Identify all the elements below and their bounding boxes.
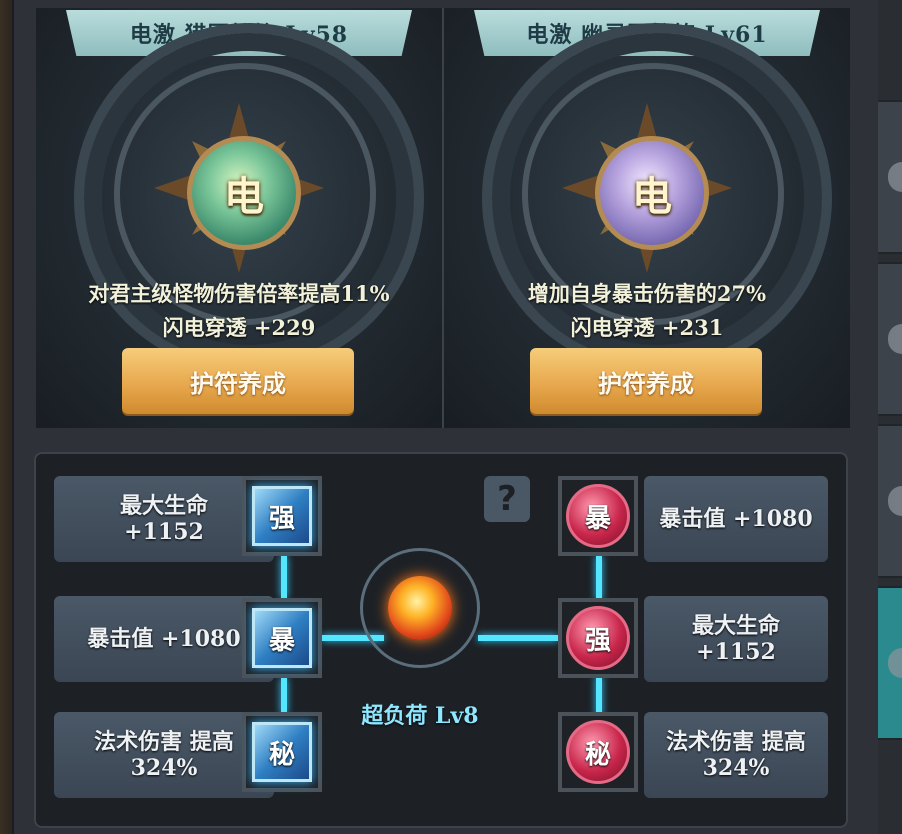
button-label: 护符养成 <box>190 368 286 398</box>
amulet-stat: 闪电穿透 +231 <box>570 315 724 340</box>
red-gem: 秘 <box>566 720 630 784</box>
right-stat-3: 法术伤害 提高 324% <box>644 712 828 798</box>
blue-gem: 强 <box>252 486 312 546</box>
gem-glyph: 秘 <box>268 739 295 770</box>
left-stat-1: 最大生命 +1152 <box>54 476 274 562</box>
side-tab-3[interactable] <box>878 424 902 578</box>
left-stat-3: 法术伤害 提高 324% <box>54 712 274 798</box>
left-gem-slot-2[interactable]: 暴 <box>242 598 322 678</box>
tab-icon <box>888 162 902 192</box>
tab-icon <box>888 486 902 516</box>
overload-level-label: 超负荷 Lv8 <box>361 703 479 729</box>
left-gem-slot-3[interactable]: 秘 <box>242 712 322 792</box>
tab-icon <box>888 324 902 354</box>
left-gem-slot-1[interactable]: 强 <box>242 476 322 556</box>
right-gem-slot-1[interactable]: 暴 <box>558 476 638 556</box>
blue-gem: 秘 <box>252 722 312 782</box>
amulet-train-button[interactable]: 护符养成 <box>530 348 762 414</box>
element-glyph: 电 <box>632 173 672 220</box>
stat-text: 暴击值 +1080 <box>87 626 241 652</box>
gem-glyph: 秘 <box>584 739 611 770</box>
right-stat-2: 最大生命 +1152 <box>644 596 828 682</box>
red-gem: 暴 <box>566 484 630 548</box>
blue-gem: 暴 <box>252 608 312 668</box>
amulet-effect: 对君主级怪物伤害倍率提高11% <box>88 281 390 306</box>
gem-glyph: 暴 <box>268 625 295 656</box>
side-tab-2[interactable] <box>878 262 902 416</box>
question-icon: ? <box>497 479 517 519</box>
link-line <box>281 678 287 714</box>
link-line <box>596 676 602 716</box>
link-line <box>596 556 602 600</box>
side-tab-1[interactable] <box>878 100 902 254</box>
amulet-orb: 电 <box>187 136 301 250</box>
link-line <box>281 556 287 598</box>
left-edge <box>0 0 12 834</box>
red-gem: 强 <box>566 606 630 670</box>
gem-glyph: 强 <box>584 625 611 656</box>
right-gem-slot-3[interactable]: 秘 <box>558 712 638 792</box>
stat-text: 法术伤害 提高 324% <box>94 729 234 781</box>
help-button[interactable]: ? <box>484 476 530 522</box>
stat-text: 最大生命 +1152 <box>691 613 780 665</box>
amulet-emblem[interactable]: 电 <box>562 103 732 273</box>
overload-core[interactable] <box>360 548 480 668</box>
amulet-card-2: 电激 幽灵团护符 Lv61 电 增加自身暴击伤害的27% 闪电穿透 +231 护… <box>444 8 850 428</box>
amulet-emblem[interactable]: 电 <box>154 103 324 273</box>
link-line <box>478 635 558 641</box>
stat-text: 暴击值 +1080 <box>659 506 813 532</box>
left-stat-2: 暴击值 +1080 <box>54 596 274 682</box>
element-glyph: 电 <box>224 173 264 220</box>
stat-text: 法术伤害 提高 324% <box>666 729 806 781</box>
button-label: 护符养成 <box>598 368 694 398</box>
amulet-stat: 闪电穿透 +229 <box>162 315 316 340</box>
right-gem-slot-2[interactable]: 强 <box>558 598 638 678</box>
right-stat-1: 暴击值 +1080 <box>644 476 828 562</box>
amulet-effect: 增加自身暴击伤害的27% <box>527 281 767 306</box>
fire-orb-icon <box>388 576 452 640</box>
amulet-card-1: 电激 猎团护符 Lv58 电 对君主级怪物伤害倍率提高11% 闪电穿透 +229… <box>36 8 442 428</box>
gem-glyph: 暴 <box>584 503 611 534</box>
stat-text: 最大生命 +1152 <box>119 493 208 545</box>
tab-icon <box>888 648 902 678</box>
side-tab-4-active[interactable] <box>878 586 902 740</box>
gem-glyph: 强 <box>268 503 295 534</box>
amulet-train-button[interactable]: 护符养成 <box>122 348 354 414</box>
amulet-orb: 电 <box>595 136 709 250</box>
